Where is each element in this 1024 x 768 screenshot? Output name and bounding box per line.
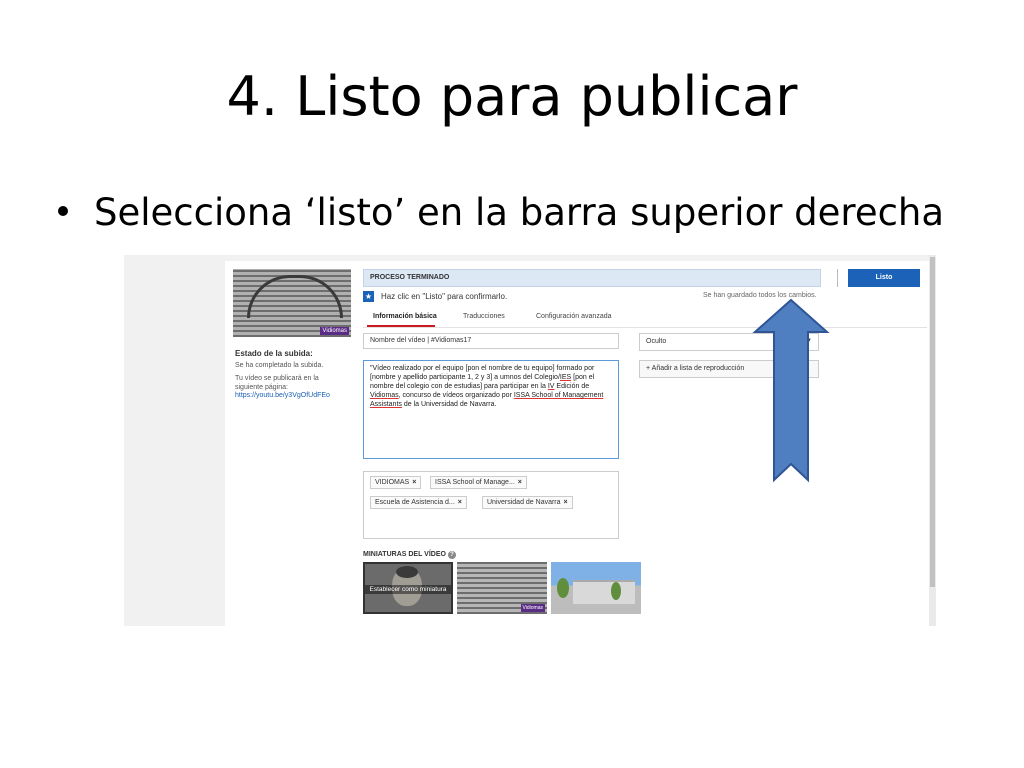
confirm-instruction: Haz clic en "Listo" para confirmarlo. xyxy=(381,292,508,301)
bullet-dot-icon xyxy=(58,205,68,216)
thumbnails-heading: MINIATURAS DEL VÍDEO? xyxy=(363,551,456,559)
scrollbar[interactable] xyxy=(929,255,936,626)
upload-sidebar: Vidiomas Estado de la subida: Se ha comp… xyxy=(225,261,357,626)
remove-tag-icon[interactable]: × xyxy=(458,499,462,506)
up-arrow-icon xyxy=(752,298,830,483)
done-button[interactable]: Listo xyxy=(848,269,920,287)
tag-chip[interactable]: ISSA School of Manage... × xyxy=(430,476,527,489)
info-star-icon: ★ xyxy=(363,291,374,302)
remove-tag-icon[interactable]: × xyxy=(564,499,568,506)
thumbnail-option-3[interactable] xyxy=(551,562,641,614)
tab-basic-info[interactable]: Información básica xyxy=(373,313,437,320)
active-tab-indicator xyxy=(367,325,435,327)
privacy-value: Oculto xyxy=(646,338,667,345)
tag-chip[interactable]: Universidad de Navarra × xyxy=(482,496,573,509)
slide-title: 4. Listo para publicar xyxy=(226,65,798,128)
description-text: IES xyxy=(559,374,572,381)
up-arrow-shape xyxy=(752,298,830,483)
thumbnails-label: MINIATURAS DEL VÍDEO xyxy=(363,551,446,558)
tag-chip[interactable]: VIDIOMAS × xyxy=(370,476,422,489)
video-url-link[interactable]: https://youtu.be/y3VgOfUdFEo xyxy=(235,392,330,399)
description-text: Vidiomas xyxy=(370,392,399,399)
scrollbar-thumb[interactable] xyxy=(930,257,935,587)
bullet-item: Selecciona ‘listo’ en la barra superior … xyxy=(58,188,944,238)
upload-status-title: Estado de la subida: xyxy=(235,349,313,358)
thumbnail-badge: Vidiomas xyxy=(320,327,349,335)
tab-bar: Información básica Traducciones Configur… xyxy=(363,309,927,328)
remove-tag-icon[interactable]: × xyxy=(518,479,522,486)
divider xyxy=(837,269,838,287)
tag-label: VIDIOMAS xyxy=(375,479,410,486)
bullet-text: Selecciona ‘listo’ en la barra superior … xyxy=(94,191,945,234)
tags-input[interactable]: VIDIOMAS × ISSA School of Manage... × Escu… xyxy=(363,471,619,539)
help-icon[interactable]: ? xyxy=(447,551,456,559)
tag-chip[interactable]: Escuela de Asistencia d... × xyxy=(370,496,467,509)
publish-note: Tu vídeo se publicará en la siguiente pá… xyxy=(235,375,319,391)
tag-label: Escuela de Asistencia d... xyxy=(375,499,455,506)
remove-tag-icon[interactable]: × xyxy=(412,479,416,486)
thumbnail-option-2[interactable]: Vidiomas xyxy=(457,562,547,614)
video-thumbnail-preview: Vidiomas xyxy=(233,269,351,337)
tag-label: ISSA School of Manage... xyxy=(435,479,515,486)
process-status-bar: PROCESO TERMINADO xyxy=(363,269,821,287)
video-description-input[interactable]: "Vídeo realizado por el equipo [pon el n… xyxy=(363,360,619,459)
tag-label: Universidad de Navarra xyxy=(487,499,561,506)
process-status-label: PROCESO TERMINADO xyxy=(370,274,450,281)
description-text: , concurso de vídeos organizado por xyxy=(398,392,514,399)
video-title-input[interactable]: Nombre del vídeo | #Vidiomas17 xyxy=(363,333,619,349)
tab-advanced-settings[interactable]: Configuración avanzada xyxy=(536,313,612,320)
thumbnail-option-1[interactable]: Establecer como miniatura xyxy=(363,562,453,614)
set-thumbnail-caption: Establecer como miniatura xyxy=(365,585,451,594)
upload-done-text: Se ha completado la subida. xyxy=(235,362,324,369)
description-text: Edición de xyxy=(554,383,590,390)
tab-translations[interactable]: Traducciones xyxy=(463,313,505,320)
description-text: de la Universidad de Navarra. xyxy=(401,401,497,408)
thumbnail-badge: Vidiomas xyxy=(520,604,545,612)
